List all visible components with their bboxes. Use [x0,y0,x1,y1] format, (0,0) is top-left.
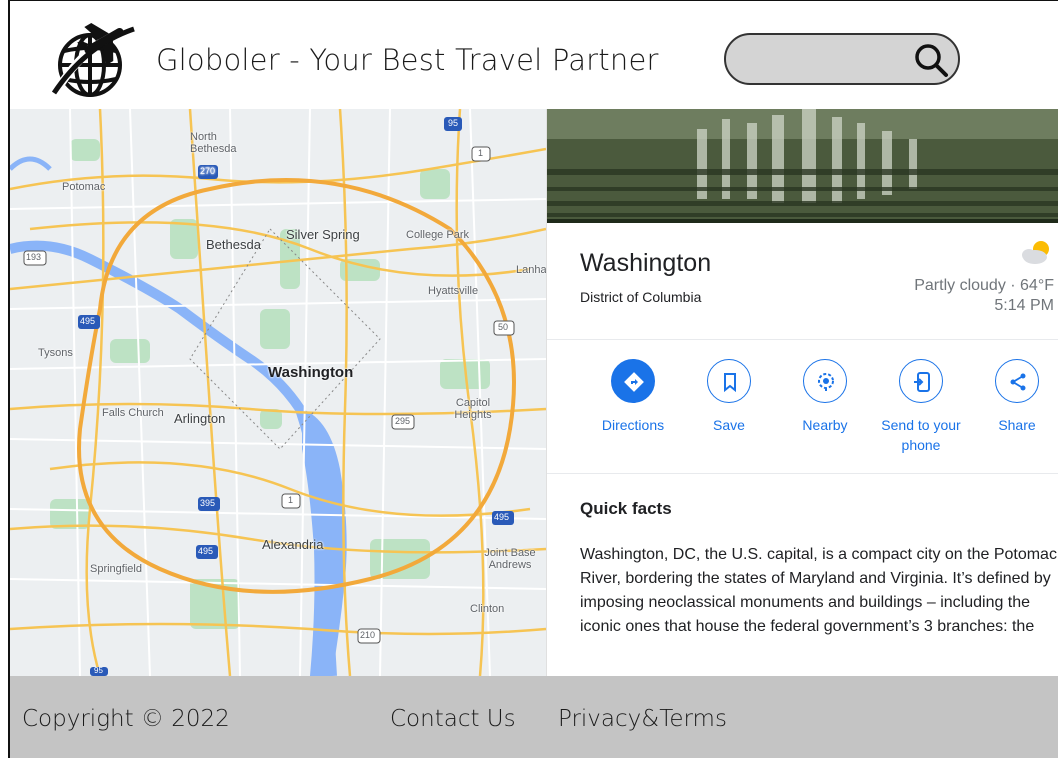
map-label-falls-church[interactable]: Falls Church [102,407,164,419]
directions-circle[interactable] [611,359,655,403]
share-button[interactable]: Share [967,359,1058,435]
save-label: Save [713,417,745,433]
map-label-clinton[interactable]: Clinton [470,603,504,615]
contact-us-link[interactable]: Contact Us [390,706,516,732]
nearby-pin-icon [818,373,834,391]
copyright-text: Copyright © 2022 [22,706,230,732]
map-label-silver-spring[interactable]: Silver Spring [286,227,360,242]
map-view[interactable]: 270 95 1 193 495 50 295 395 1 495 495 21… [10,109,546,676]
map-label-north-bethesda[interactable]: North Bethesda [190,131,250,155]
map-label-potomac[interactable]: Potomac [62,181,105,193]
send-to-phone-button[interactable]: Send to your phone [871,359,971,455]
hero-photo [547,109,1058,223]
divider-top [547,339,1058,340]
nearby-circle[interactable] [803,359,847,403]
map-label-hyattsville[interactable]: Hyattsville [428,285,478,297]
share-icon [1010,373,1026,391]
shield-193: 193 [26,252,42,262]
shield-50: 50 [498,322,509,332]
map-label-alexandria[interactable]: Alexandria [262,537,323,552]
shield-1-mid: 1 [288,495,294,505]
search-input[interactable] [744,45,904,73]
place-name: Washington [580,249,712,277]
share-label: Share [998,417,1036,433]
directions-icon [624,372,644,392]
share-circle[interactable] [995,359,1039,403]
map-label-college-park[interactable]: College Park [406,229,469,241]
map-label-lanham[interactable]: Lanha [516,264,546,276]
bookmark-icon [724,373,736,393]
send-to-phone-label: Send to your phone [871,415,971,455]
send-to-phone-label-line1: Send to your [881,417,961,433]
save-circle[interactable] [707,359,751,403]
directions-label: Directions [601,417,665,433]
send-to-phone-icon [914,372,930,392]
shield-495-left: 495 [80,316,96,326]
local-time: 5:14 PM [994,297,1054,314]
shield-495-bottom: 495 [198,546,214,556]
map-label-arlington[interactable]: Arlington [174,411,225,426]
send-to-phone-label-line2: phone [901,437,941,453]
save-button[interactable]: Save [679,359,779,435]
place-panel: Washington District of Columbia Partly c… [546,109,1058,676]
shield-95-top: 95 [448,118,459,128]
globe-plane-logo-icon[interactable] [48,19,140,99]
shield-395: 395 [200,498,216,508]
map-label-joint-base-andrews[interactable]: Joint Base Andrews [480,547,540,571]
map-label-springfield[interactable]: Springfield [90,563,142,575]
weather-summary: Partly cloudy · 64°F [914,277,1054,294]
shield-210: 210 [360,630,376,640]
map-canvas [10,109,546,676]
place-hero-image[interactable] [547,109,1058,223]
shield-1-top: 1 [478,148,484,158]
site-footer: Copyright © 2022 Contact Us Privacy&Term… [10,676,1058,758]
shield-495-right: 495 [494,512,510,522]
shield-295: 295 [395,416,411,426]
nearby-label: Nearby [802,417,848,433]
shield-95-bottom: 95 [94,666,103,675]
map-label-capitol-heights[interactable]: Capitol Heights [448,397,498,421]
privacy-terms-link[interactable]: Privacy&Terms [558,706,727,732]
map-label-tysons[interactable]: Tysons [38,347,73,359]
shield-270: 270 [200,166,216,176]
quick-facts-title: Quick facts [580,499,672,518]
action-bar: Directions Save Nearby Send to your phon… [547,359,1058,469]
place-subtitle: District of Columbia [580,289,702,305]
page-frame: Globoler - Your Best Travel Partner 270 … [8,0,1058,758]
send-to-phone-circle[interactable] [899,359,943,403]
search-icon [915,44,948,77]
map-label-bethesda[interactable]: Bethesda [206,237,261,252]
divider-bottom [547,473,1058,474]
nearby-button[interactable]: Nearby [775,359,875,435]
map-label-washington[interactable]: Washington [268,364,353,381]
site-header: Globoler - Your Best Travel Partner [10,1,1058,109]
directions-button[interactable]: Directions [583,359,683,435]
search-button[interactable] [912,41,950,79]
quick-facts-body: Washington, DC, the U.S. capital, is a c… [580,546,1057,635]
site-title: Globoler - Your Best Travel Partner [156,43,659,77]
search-bar[interactable] [724,33,960,85]
partly-cloudy-icon [1022,241,1049,264]
